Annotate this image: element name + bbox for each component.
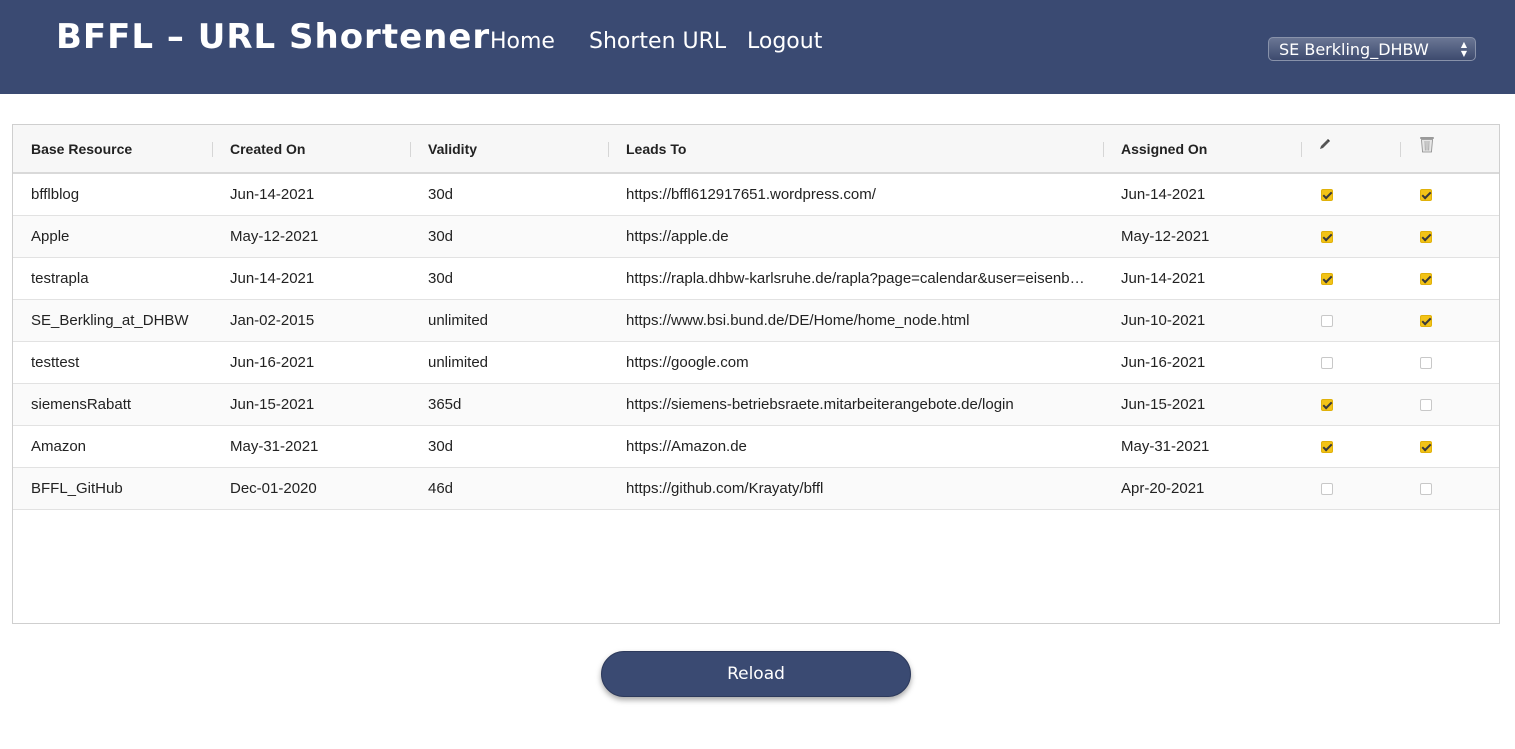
cell-created-on: Jun-14-2021 xyxy=(230,270,315,287)
cell-validity: 46d xyxy=(428,480,454,497)
edit-checkbox[interactable] xyxy=(1321,357,1333,369)
column-header-leads-to[interactable]: Leads To xyxy=(608,125,1103,174)
nav-home-link[interactable]: Home xyxy=(490,29,555,54)
pencil-icon xyxy=(1320,139,1330,149)
cell-base-resource: testrapla xyxy=(31,270,89,287)
cell-leads-to[interactable]: https://google.com xyxy=(608,342,1086,384)
table-row[interactable]: SE_Berkling_at_DHBW Jan-02-2015 unlimited h… xyxy=(13,300,1499,342)
table-row[interactable]: siemensRabatt Jun-15-2021 365d https://siem… xyxy=(13,384,1499,426)
cell-assigned-on: Apr-20-2021 xyxy=(1121,480,1205,497)
edit-checkbox[interactable] xyxy=(1321,441,1333,453)
cell-leads-to[interactable]: https://rapla.dhbw-karlsruhe.de/rapla?pa… xyxy=(608,258,1086,300)
column-header-edit[interactable] xyxy=(1301,125,1400,174)
cell-base-resource: bfflblog xyxy=(31,186,80,203)
top-navbar: BFFL – URL Shortener Home Shorten URL Lo… xyxy=(0,0,1515,94)
cell-assigned-on: May-31-2021 xyxy=(1121,438,1210,455)
column-header-assigned-on[interactable]: Assigned On xyxy=(1103,125,1301,174)
cell-assigned-on: Jun-14-2021 xyxy=(1121,270,1206,287)
cell-created-on: Dec-01-2020 xyxy=(230,480,317,497)
cell-validity: 30d xyxy=(428,438,454,455)
delete-checkbox[interactable] xyxy=(1420,399,1432,411)
user-select-value: SE Berkling_DHBW xyxy=(1279,40,1429,59)
cell-base-resource: Amazon xyxy=(31,438,87,455)
delete-checkbox[interactable] xyxy=(1420,483,1432,495)
edit-checkbox[interactable] xyxy=(1321,483,1333,495)
select-arrows-icon: ▲ ▼ xyxy=(1460,40,1468,58)
delete-checkbox[interactable] xyxy=(1420,231,1432,243)
cell-assigned-on: Jun-16-2021 xyxy=(1121,354,1206,371)
cell-leads-to[interactable]: https://Amazon.de xyxy=(608,426,1086,468)
edit-checkbox[interactable] xyxy=(1321,231,1333,243)
delete-checkbox[interactable] xyxy=(1420,357,1432,369)
cell-assigned-on: May-12-2021 xyxy=(1121,228,1210,245)
cell-leads-to[interactable]: https://www.bsi.bund.de/DE/Home/home_nod… xyxy=(608,300,1086,342)
cell-leads-to[interactable]: https://github.com/Krayaty/bffl xyxy=(608,468,1086,510)
column-header-delete[interactable] xyxy=(1400,125,1499,174)
cell-created-on: May-31-2021 xyxy=(230,438,319,455)
delete-checkbox[interactable] xyxy=(1420,189,1432,201)
nav-logout-link[interactable]: Logout xyxy=(747,29,822,54)
cell-validity: unlimited xyxy=(428,354,489,371)
table-row[interactable]: Amazon May-31-2021 30d https://Amazon.de May… xyxy=(13,426,1499,468)
reload-button[interactable]: Reload xyxy=(601,651,911,697)
cell-leads-to[interactable]: https://bffl612917651.wordpress.com/ xyxy=(608,174,1086,216)
cell-base-resource: SE_Berkling_at_DHBW xyxy=(31,312,189,329)
table-row[interactable]: Apple May-12-2021 30d https://apple.de May-1… xyxy=(13,216,1499,258)
cell-assigned-on: Jun-10-2021 xyxy=(1121,312,1206,329)
cell-leads-to[interactable]: https://siemens-betriebsraete.mitarbeite… xyxy=(608,384,1086,426)
edit-checkbox[interactable] xyxy=(1321,399,1333,411)
delete-checkbox[interactable] xyxy=(1420,273,1432,285)
cell-created-on: May-12-2021 xyxy=(230,228,319,245)
nav-shorten-url-link[interactable]: Shorten URL xyxy=(589,29,726,54)
cell-base-resource: BFFL_GitHub xyxy=(31,480,123,497)
cell-base-resource: Apple xyxy=(31,228,70,245)
table-row[interactable]: BFFL_GitHub Dec-01-2020 46d https://github.… xyxy=(13,468,1499,510)
trash-icon xyxy=(1420,137,1434,153)
cell-base-resource: testtest xyxy=(31,354,80,371)
cell-validity: 30d xyxy=(428,186,454,203)
cell-assigned-on: Jun-14-2021 xyxy=(1121,186,1206,203)
table-row[interactable]: testrapla Jun-14-2021 30d https://rapla.dhb… xyxy=(13,258,1499,300)
delete-checkbox[interactable] xyxy=(1420,315,1432,327)
column-header-created-on[interactable]: Created On xyxy=(212,125,410,174)
table-row[interactable]: testtest Jun-16-2021 unlimited https://goog… xyxy=(13,342,1499,384)
edit-checkbox[interactable] xyxy=(1321,273,1333,285)
edit-checkbox[interactable] xyxy=(1321,315,1333,327)
table-header: Base Resource Created On Validity Leads … xyxy=(13,125,1499,174)
table-row[interactable]: bfflblog Jun-14-2021 30d https://bffl612917… xyxy=(13,174,1499,216)
edit-checkbox[interactable] xyxy=(1321,189,1333,201)
column-header-base-resource[interactable]: Base Resource xyxy=(13,125,213,174)
cell-created-on: Jun-14-2021 xyxy=(230,186,315,203)
cell-assigned-on: Jun-15-2021 xyxy=(1121,396,1206,413)
user-select[interactable]: SE Berkling_DHBW ▲ ▼ xyxy=(1268,37,1476,61)
cell-created-on: Jun-16-2021 xyxy=(230,354,315,371)
cell-base-resource: siemensRabatt xyxy=(31,396,132,413)
app-title: BFFL – URL Shortener xyxy=(56,17,491,57)
cell-validity: 30d xyxy=(428,270,454,287)
delete-checkbox[interactable] xyxy=(1420,441,1432,453)
cell-validity: 365d xyxy=(428,396,462,413)
cell-validity: unlimited xyxy=(428,312,489,329)
cell-created-on: Jan-02-2015 xyxy=(230,312,315,329)
cell-validity: 30d xyxy=(428,228,454,245)
cell-leads-to[interactable]: https://apple.de xyxy=(608,216,1086,258)
column-header-validity[interactable]: Validity xyxy=(410,125,608,174)
cell-created-on: Jun-15-2021 xyxy=(230,396,315,413)
url-table: Base Resource Created On Validity Leads … xyxy=(12,124,1500,624)
